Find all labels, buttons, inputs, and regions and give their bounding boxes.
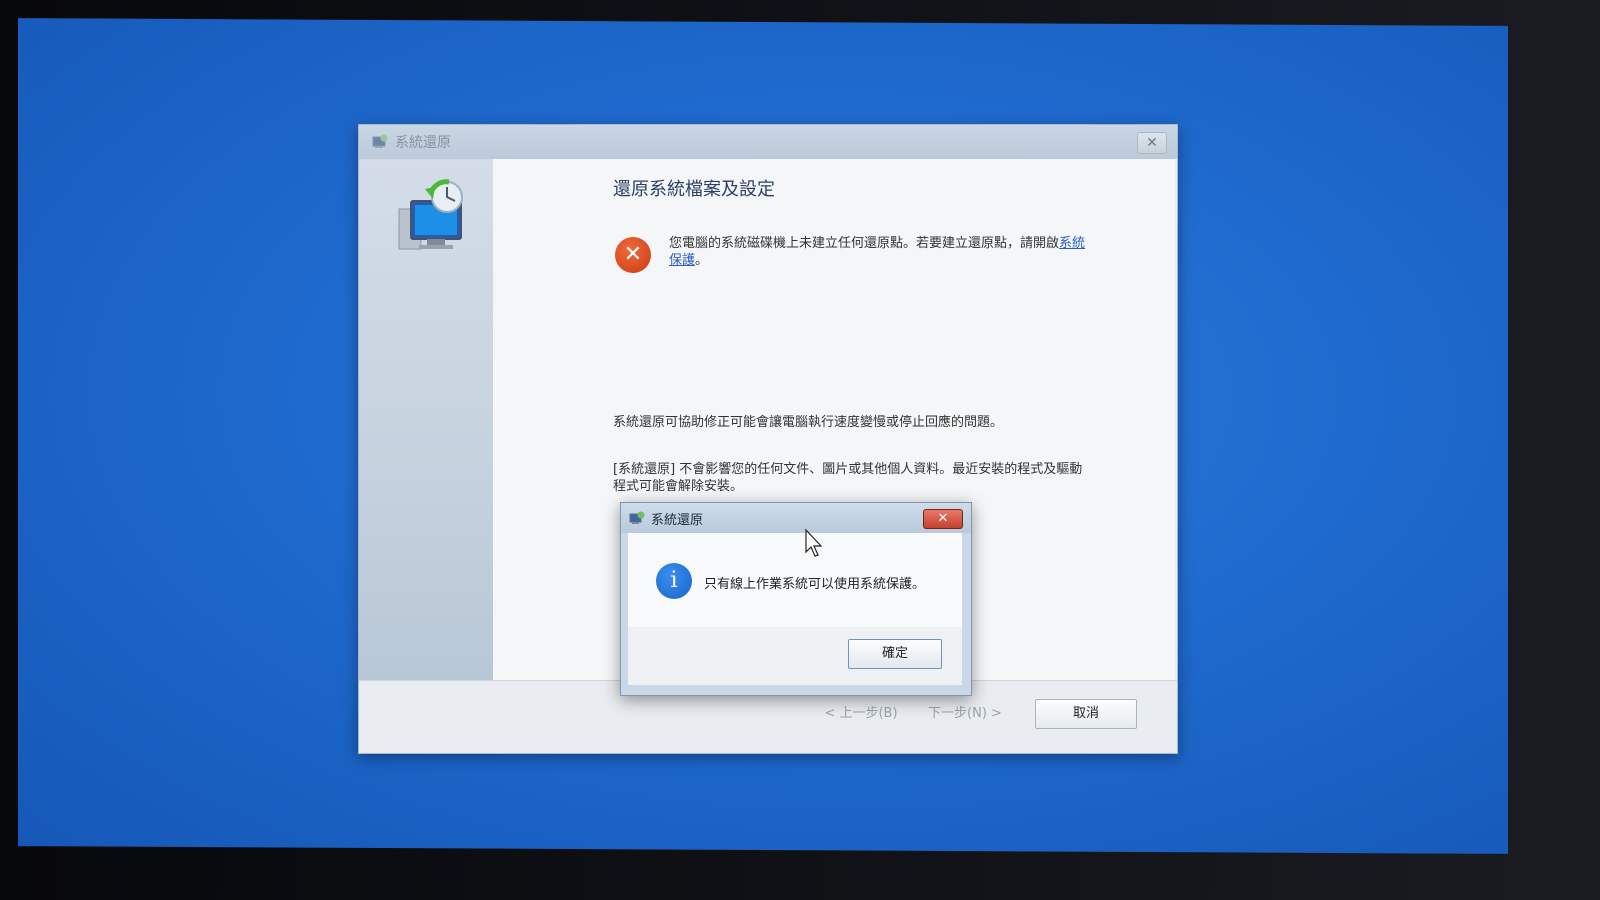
dialog-title: 系統還原 — [651, 512, 704, 528]
system-restore-icon — [629, 511, 645, 524]
error-icon: ✕ — [615, 237, 651, 273]
wizard-titlebar: 系統還原 ✕ — [359, 125, 1177, 159]
next-button[interactable]: 下一步(N) > — [919, 699, 1011, 729]
dialog-titlebar: 系統還原 ✕ — [621, 503, 971, 533]
message-dialog: 系統還原 ✕ i 只有線上作業系統可以使用系統保護。 確定 — [620, 502, 972, 696]
dialog-footer: 確定 — [628, 627, 962, 685]
system-restore-icon — [372, 134, 388, 148]
error-message: 您電腦的系統磁碟機上未建立任何還原點。若要建立還原點，請開啟系統保護。 — [669, 235, 1089, 269]
wizard-close-button[interactable]: ✕ — [1137, 132, 1167, 154]
error-message-end: 。 — [695, 253, 709, 268]
page-title: 還原系統檔案及設定 — [613, 179, 775, 200]
info-icon: i — [656, 563, 692, 599]
mouse-pointer-icon — [805, 528, 823, 557]
cancel-button[interactable]: 取消 — [1035, 699, 1137, 729]
dialog-body: i 只有線上作業系統可以使用系統保護。 — [628, 533, 962, 627]
dialog-close-button[interactable]: ✕ — [923, 509, 963, 529]
system-restore-monitor-icon — [398, 179, 463, 250]
info-paragraph-2: [系統還原] 不會影響您的任何文件、圖片或其他個人資料。最近安裝的程式及驅動程式… — [613, 462, 1083, 494]
monitor-bezel: 系統還原 ✕ 還原系統檔案及設定 ✕ 您電腦的系統磁碟機上未建立任何還原點。若要… — [0, 0, 1600, 900]
dialog-message: 只有線上作業系統可以使用系統保護。 — [704, 577, 926, 592]
info-paragraph-1: 系統還原可協助修正可能會讓電腦執行速度變慢或停止回應的問題。 — [613, 415, 1004, 430]
wizard-title: 系統還原 — [395, 135, 451, 151]
back-button[interactable]: < 上一步(B) — [815, 699, 907, 729]
wizard-side-panel — [359, 159, 493, 681]
error-message-text: 您電腦的系統磁碟機上未建立任何還原點。若要建立還原點，請開啟 — [669, 236, 1060, 251]
ok-button[interactable]: 確定 — [848, 639, 942, 669]
